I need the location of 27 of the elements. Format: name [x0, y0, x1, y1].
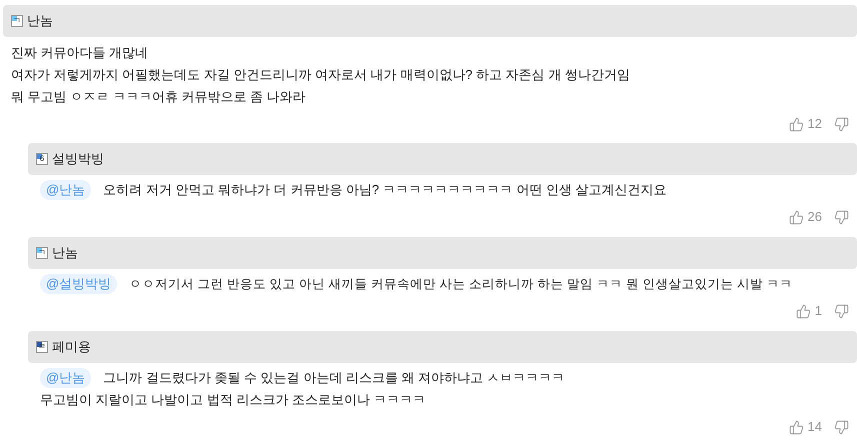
like-count: 14	[808, 418, 822, 436]
like-count: 12	[808, 115, 822, 134]
level-badge: 6	[36, 153, 48, 165]
comment-text: 뭐 무고빔 ㅇㅈㄹ ㅋㅋㅋ어휴 커뮤밖으로 좀 나와라	[11, 88, 306, 106]
comment-text: 무고빔이 지랄이고 나발이고 법적 리스크가 조스로보이나 ㅋㅋㅋㅋ	[40, 391, 426, 410]
thumbs-down-icon[interactable]	[834, 304, 849, 318]
author-name[interactable]: 난놈	[52, 243, 78, 263]
level-badge: ㄱ	[11, 15, 23, 27]
author-name[interactable]: 설빙박빙	[52, 149, 104, 169]
thumbs-up-icon[interactable]	[788, 420, 804, 434]
thumbs-down-icon[interactable]	[834, 420, 849, 434]
thumbs-up-icon[interactable]	[788, 116, 804, 132]
comment-text: 여자가 저렇게까지 어필했는데도 자길 안건드리니까 여자로서 내가 매력이없나? 하고 자존심 개 썽나간거임	[11, 66, 630, 84]
thumbs-up-icon[interactable]	[796, 304, 811, 318]
thumbs-down-icon[interactable]	[834, 116, 849, 132]
author-name[interactable]: 난놈	[27, 11, 53, 31]
thumbs-down-icon[interactable]	[834, 210, 849, 224]
thumbs-up-icon[interactable]	[788, 210, 804, 224]
level-badge: ㄱ	[36, 247, 48, 259]
comment-text: 오히려 저거 안먹고 뭐하냐가 더 커뮤반응 아님? ㅋㅋㅋㅋㅋㅋㅋㅋㅋㅋ 어떤 인생 살고계신건지요	[103, 181, 667, 200]
comment-text: 진짜 커뮤아다들 개많네	[11, 44, 148, 62]
like-count: 26	[808, 208, 822, 226]
author-name[interactable]: 페미용	[52, 337, 91, 357]
level-badge: ㄹ	[36, 341, 48, 353]
like-count: 1	[814, 302, 822, 320]
comment-text: 그니까 걸드렸다가 좆될 수 있는걸 아는데 리스크를 왜 져야하냐고 ㅅㅂㅋㅋㅋㅋ	[103, 369, 565, 388]
comment-text: ㅇㅇ저기서 그런 반응도 있고 아닌 새끼들 커뮤속에만 사는 소리하니까 하는 말임 ㅋㅋ 뭔 인생살고있기는 시발 ㅋㅋ	[129, 276, 792, 293]
